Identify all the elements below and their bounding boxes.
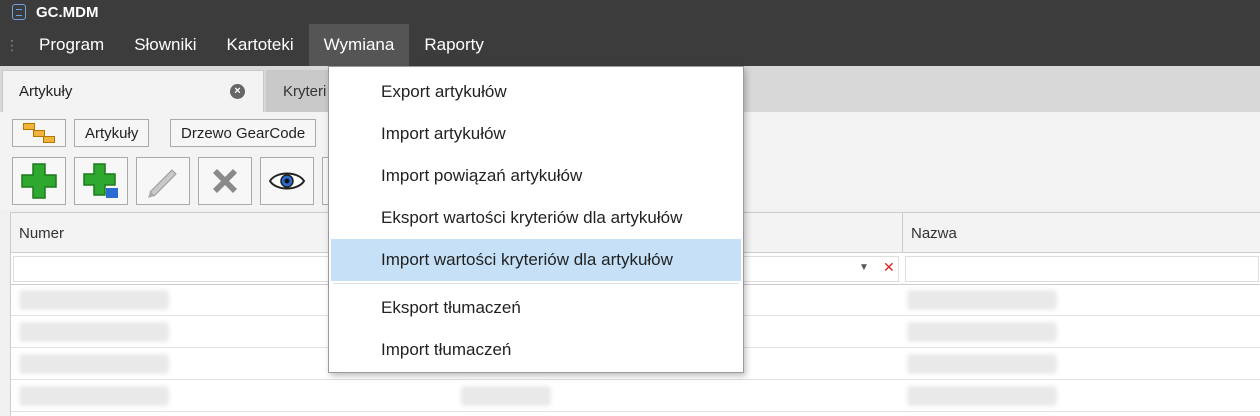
tree-structure-icon <box>23 123 55 143</box>
tree-structure-button[interactable] <box>12 119 66 147</box>
menu-item-import-powiazan[interactable]: Import powiązań artykułów <box>329 155 743 197</box>
clear-filter-icon[interactable]: ✕ <box>883 259 895 276</box>
crumb-artykuly[interactable]: Artykuły <box>74 119 150 147</box>
menu-item-eksport-wartosci-kryteriow[interactable]: Eksport wartości kryteriów dla artykułów <box>329 197 743 239</box>
grip-dots-icon[interactable]: ⋮ <box>0 37 24 54</box>
tab-artykuly[interactable]: Artykuły × <box>2 70 264 112</box>
redacted-cell <box>461 386 551 406</box>
redacted-cell <box>19 354 169 374</box>
redacted-cell <box>907 386 1057 406</box>
add-multiple-icon <box>83 163 118 198</box>
delete-x-icon <box>213 169 237 193</box>
column-nazwa[interactable]: Nazwa <box>903 213 1260 253</box>
close-circle-icon[interactable]: × <box>230 84 245 99</box>
redacted-cell <box>19 386 169 406</box>
title-bar: GC.MDM <box>0 0 1260 24</box>
add-button[interactable] <box>12 157 66 205</box>
menu-item-import-artykulow[interactable]: Import artykułów <box>329 113 743 155</box>
tab-label: Kryteri <box>283 83 327 100</box>
wymiana-dropdown-menu: Export artykułów Import artykułów Import… <box>328 66 744 373</box>
menu-item-eksport-tlumaczen[interactable]: Eksport tłumaczeń <box>329 287 743 329</box>
menu-item-export-artykulow[interactable]: Export artykułów <box>329 71 743 113</box>
redacted-cell <box>907 290 1057 310</box>
filter-nazwa-input[interactable] <box>905 256 1259 282</box>
database-icon <box>12 4 26 20</box>
redacted-cell <box>907 322 1057 342</box>
edit-button[interactable] <box>136 157 190 205</box>
edit-pencil-icon <box>148 169 177 198</box>
add-multiple-button[interactable] <box>74 157 128 205</box>
menu-bar: ⋮ Program Słowniki Kartoteki Wymiana Rap… <box>0 24 1260 66</box>
delete-button[interactable] <box>198 157 252 205</box>
menu-item-import-wartosci-kryteriow[interactable]: Import wartości kryteriów dla artykułów <box>331 239 741 281</box>
add-icon <box>21 163 57 199</box>
menu-kartoteki[interactable]: Kartoteki <box>212 24 309 66</box>
crumb-drzewo-gearcode[interactable]: Drzewo GearCode <box>170 119 317 147</box>
view-eye-icon <box>268 172 306 190</box>
menu-wymiana[interactable]: Wymiana <box>308 24 410 66</box>
menu-program[interactable]: Program <box>24 24 119 66</box>
redacted-cell <box>907 354 1057 374</box>
menu-raporty[interactable]: Raporty <box>409 24 499 66</box>
tab-label: Artykuły <box>19 83 73 100</box>
redacted-cell <box>19 290 169 310</box>
dropdown-arrow-icon[interactable]: ▼ <box>859 262 869 273</box>
table-row[interactable] <box>11 381 1260 412</box>
menu-item-import-tlumaczen[interactable]: Import tłumaczeń <box>329 329 743 371</box>
menu-slowniki[interactable]: Słowniki <box>119 24 211 66</box>
app-title: GC.MDM <box>36 3 99 21</box>
menu-separator <box>333 283 739 284</box>
redacted-cell <box>19 322 169 342</box>
view-button[interactable] <box>260 157 314 205</box>
